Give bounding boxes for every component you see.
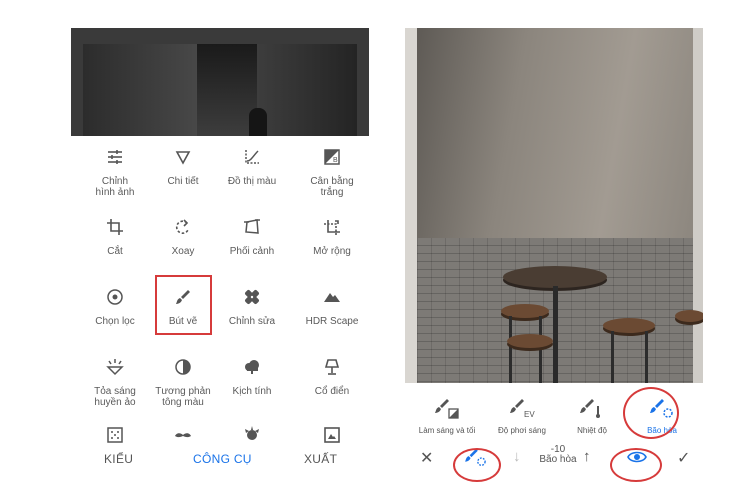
tool-label: Kịch tính bbox=[232, 386, 272, 397]
saturation-highlight-circle bbox=[623, 387, 679, 439]
tool-glamour-glow[interactable]: Tỏa sáng huyền ảo bbox=[78, 356, 152, 408]
brush-mode-highlight-circle bbox=[453, 448, 501, 482]
increase-arrow-icon[interactable]: ↑ bbox=[583, 448, 591, 465]
eye-highlight-circle bbox=[610, 448, 662, 482]
tool-details[interactable]: Chi tiết bbox=[146, 146, 220, 187]
tool-hdr-scape[interactable]: HDR Scape bbox=[295, 286, 369, 327]
tool-curves[interactable]: Đồ thị màu bbox=[215, 146, 289, 187]
decrease-arrow-icon[interactable]: ↓ bbox=[513, 448, 521, 465]
tool-label: Nhiệt độ bbox=[577, 426, 607, 435]
tool-label: Đồ thị màu bbox=[227, 176, 277, 187]
grunge-icon bbox=[215, 424, 289, 446]
crop-icon bbox=[78, 216, 152, 238]
grain-icon bbox=[78, 424, 152, 446]
photo-canvas[interactable] bbox=[405, 28, 703, 383]
tool-label: Tỏa sáng huyền ảo bbox=[94, 386, 136, 408]
tool-tune-image[interactable]: Chỉnh hình ảnh bbox=[78, 146, 152, 198]
expand-icon bbox=[295, 216, 369, 238]
brush-highlight-box bbox=[155, 275, 212, 335]
rotate-icon bbox=[146, 216, 220, 238]
tool-label: HDR Scape bbox=[305, 316, 359, 327]
brush-param: Bão hòa bbox=[539, 454, 577, 465]
tool-crop[interactable]: Cắt bbox=[78, 216, 152, 257]
mountain-icon bbox=[295, 286, 369, 308]
tool-label: Làm sáng và tối bbox=[418, 426, 476, 435]
tool-grunge[interactable] bbox=[215, 424, 289, 446]
nav-tools[interactable]: CÔNG CỤ bbox=[193, 452, 252, 466]
tool-label: Tương phản tông màu bbox=[155, 386, 211, 408]
white-balance-icon: B bbox=[295, 146, 369, 168]
tool-label: Phối cảnh bbox=[229, 246, 275, 257]
curves-icon bbox=[215, 146, 289, 168]
tool-vintage[interactable]: Cổ điển bbox=[295, 356, 369, 397]
tool-label: Chọn lọc bbox=[95, 316, 135, 327]
nav-styles[interactable]: KIỂU bbox=[104, 452, 133, 466]
close-icon[interactable]: ✕ bbox=[420, 448, 433, 468]
tool-label: Độ phơi sáng bbox=[498, 426, 546, 435]
tool-label: Cân bằng trắng bbox=[310, 176, 354, 198]
glamour-glow-icon bbox=[78, 356, 152, 378]
tool-white-balance[interactable]: B Cân bằng trắng bbox=[295, 146, 369, 198]
tools-screen: Chỉnh hình ảnh Chi tiết Đồ thị màu B Cân… bbox=[71, 28, 369, 474]
mustache-icon bbox=[146, 424, 220, 446]
apply-check-icon[interactable]: ✓ bbox=[677, 448, 690, 468]
tool-selective[interactable]: Chọn lọc bbox=[78, 286, 152, 327]
stage: Chỉnh hình ảnh Chi tiết Đồ thị màu B Cân… bbox=[0, 0, 750, 500]
svg-text:EV: EV bbox=[524, 410, 535, 419]
tool-label: Chỉnh hình ảnh bbox=[95, 176, 135, 198]
drama-cloud-icon bbox=[215, 356, 289, 378]
brush-temperature-icon bbox=[555, 398, 629, 420]
photo-preview bbox=[71, 28, 369, 136]
tool-label: Cổ điển bbox=[314, 386, 350, 397]
tool-label: Chi tiết bbox=[167, 176, 199, 187]
brush-temperature[interactable]: Nhiệt độ bbox=[555, 398, 629, 435]
tool-healing[interactable]: Chỉnh sửa bbox=[215, 286, 289, 327]
tool-rotate[interactable]: Xoay bbox=[146, 216, 220, 257]
tune-icon bbox=[78, 146, 152, 168]
healing-icon bbox=[215, 286, 289, 308]
tool-label: Mở rộng bbox=[313, 246, 351, 257]
tonal-contrast-icon bbox=[146, 356, 220, 378]
brush-dodge-burn[interactable]: Làm sáng và tối bbox=[410, 398, 484, 435]
tool-tonal-contrast[interactable]: Tương phản tông màu bbox=[146, 356, 220, 408]
svg-text:B: B bbox=[333, 157, 338, 164]
brush-exposure[interactable]: EV Độ phơi sáng bbox=[485, 398, 559, 435]
perspective-icon bbox=[215, 216, 289, 238]
brush-dodge-burn-icon bbox=[410, 398, 484, 420]
tool-label: Chỉnh sửa bbox=[228, 316, 276, 327]
value-readout: -10 Bão hòa bbox=[533, 445, 583, 465]
tool-grain[interactable] bbox=[78, 424, 152, 446]
vintage-lamp-icon bbox=[295, 356, 369, 378]
bottom-nav: KIỂU CÔNG CỤ XUẤT bbox=[71, 448, 369, 474]
frame-icon bbox=[295, 424, 369, 446]
tool-frames[interactable] bbox=[295, 424, 369, 446]
nav-export[interactable]: XUẤT bbox=[304, 452, 337, 466]
tool-noir[interactable] bbox=[146, 424, 220, 446]
tool-perspective[interactable]: Phối cảnh bbox=[215, 216, 289, 257]
brush-exposure-icon: EV bbox=[485, 398, 559, 420]
tool-label: Cắt bbox=[107, 246, 123, 257]
tool-drama[interactable]: Kịch tính bbox=[215, 356, 289, 397]
tool-expand[interactable]: Mở rộng bbox=[295, 216, 369, 257]
tool-label: Xoay bbox=[171, 246, 195, 257]
triangle-down-icon bbox=[146, 146, 220, 168]
selective-icon bbox=[78, 286, 152, 308]
